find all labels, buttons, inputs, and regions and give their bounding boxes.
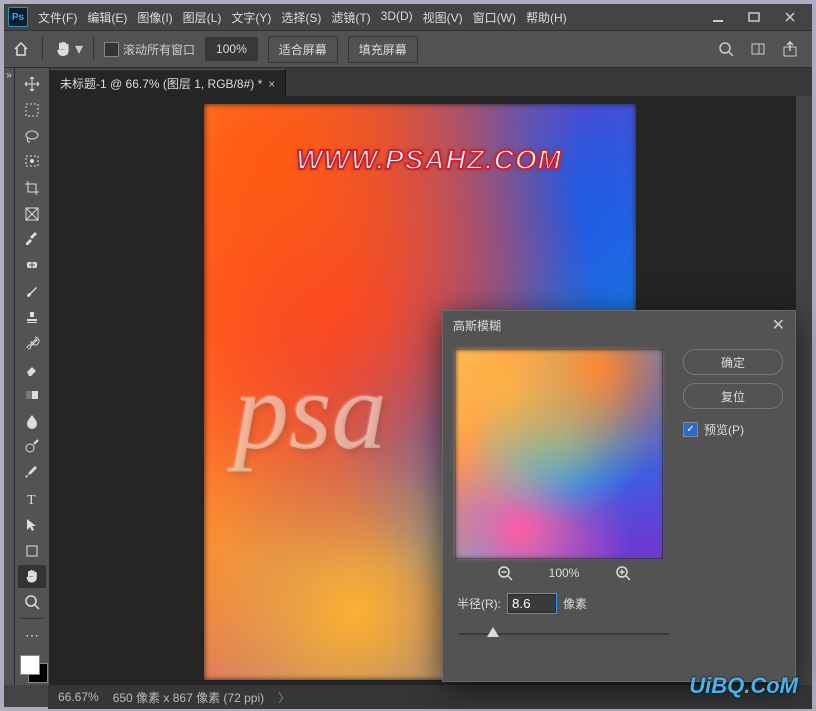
menu-layer[interactable]: 图层(L)	[179, 9, 226, 26]
shape-tool[interactable]	[18, 539, 46, 563]
dodge-tool[interactable]	[18, 435, 46, 459]
move-tool[interactable]	[18, 72, 46, 96]
dialog-preview[interactable]	[455, 349, 663, 559]
maximize-button[interactable]	[736, 7, 772, 27]
radius-input[interactable]	[508, 594, 556, 613]
title-bar: Ps 文件(F) 编辑(E) 图像(I) 图层(L) 文字(Y) 选择(S) 滤…	[4, 4, 812, 30]
svg-text:T: T	[27, 493, 36, 507]
type-tool[interactable]: T	[18, 487, 46, 511]
radius-label: 半径(R):	[457, 595, 501, 612]
preview-checkbox[interactable]: ✓ 预览(P)	[683, 421, 783, 438]
eyedropper-tool[interactable]	[18, 228, 46, 252]
scroll-all-checkbox[interactable]: 滚动所有窗口	[104, 41, 195, 58]
color-wells[interactable]	[18, 653, 46, 685]
radius-unit: 像素	[563, 595, 587, 612]
status-zoom[interactable]: 66.67%	[58, 690, 99, 704]
zoom-tool[interactable]	[18, 590, 46, 614]
divider	[42, 37, 43, 61]
scroll-all-label: 滚动所有窗口	[123, 41, 195, 58]
document-tab-bar: 未标题-1 @ 66.7% (图层 1, RGB/8#) * ×	[50, 68, 812, 97]
crop-tool[interactable]	[18, 176, 46, 200]
dialog-close-icon[interactable]: ✕	[772, 315, 785, 335]
checkbox-box[interactable]	[104, 42, 119, 57]
marquee-tool[interactable]	[18, 98, 46, 122]
stamp-tool[interactable]	[18, 305, 46, 329]
zoom-in-icon[interactable]	[615, 565, 631, 581]
ok-button[interactable]: 确定	[683, 349, 783, 375]
dialog-title: 高斯模糊	[453, 317, 501, 334]
menu-help[interactable]: 帮助(H)	[522, 9, 571, 26]
fill-screen-button[interactable]: 填充屏幕	[348, 36, 418, 63]
status-chevron-icon[interactable]: 〉	[278, 689, 290, 706]
history-brush-tool[interactable]	[18, 331, 46, 355]
edit-toolbar-icon[interactable]: ⋯	[18, 623, 46, 647]
radius-slider[interactable]	[455, 626, 673, 642]
gaussian-blur-dialog: 高斯模糊 ✕ 100% 半径(R):	[442, 310, 796, 682]
minimize-button[interactable]	[700, 7, 736, 27]
foreground-color[interactable]	[20, 655, 40, 675]
left-panel-collapsed[interactable]: »	[4, 68, 15, 685]
eraser-tool[interactable]	[18, 357, 46, 381]
options-bar: ▾ 滚动所有窗口 100% 适合屏幕 填充屏幕	[4, 30, 812, 68]
hand-tool-icon[interactable]: ▾	[53, 39, 83, 59]
menu-edit[interactable]: 编辑(E)	[83, 9, 131, 26]
tool-palette: T ⋯	[15, 68, 50, 685]
canvas-watermark-text: WWW.PSAHZ.COM	[296, 144, 562, 176]
menu-text[interactable]: 文字(Y)	[227, 9, 275, 26]
checkbox-checked-icon[interactable]: ✓	[683, 422, 698, 437]
gradient-tool[interactable]	[18, 383, 46, 407]
search-icon[interactable]	[718, 41, 736, 57]
menu-window[interactable]: 窗口(W)	[469, 9, 520, 26]
menu-filter[interactable]: 滤镜(T)	[327, 9, 374, 26]
preview-zoom-value: 100%	[541, 566, 587, 580]
pen-tool[interactable]	[18, 461, 46, 485]
vertical-scrollbar[interactable]	[795, 96, 812, 685]
document-tab[interactable]: 未标题-1 @ 66.7% (图层 1, RGB/8#) * ×	[50, 69, 286, 96]
close-tab-icon[interactable]: ×	[268, 77, 275, 91]
quick-select-tool[interactable]	[18, 150, 46, 174]
menu-select[interactable]: 选择(S)	[277, 9, 325, 26]
document-tab-label: 未标题-1 @ 66.7% (图层 1, RGB/8#) *	[60, 75, 262, 92]
close-window-button[interactable]	[772, 7, 808, 27]
menu-view[interactable]: 视图(V)	[419, 9, 467, 26]
menu-bar: 文件(F) 编辑(E) 图像(I) 图层(L) 文字(Y) 选择(S) 滤镜(T…	[34, 9, 571, 26]
page-watermark: UiBQ.CoM	[689, 673, 798, 699]
lasso-tool[interactable]	[18, 124, 46, 148]
canvas-script-text: psa	[234, 348, 387, 475]
divider	[93, 37, 94, 61]
path-select-tool[interactable]	[18, 513, 46, 537]
frame-tool[interactable]	[18, 202, 46, 226]
preview-checkbox-label: 预览(P)	[704, 421, 744, 438]
status-doc-info[interactable]: 650 像素 x 867 像素 (72 ppi)	[113, 689, 264, 706]
menu-image[interactable]: 图像(I)	[133, 9, 176, 26]
blur-tool[interactable]	[18, 409, 46, 433]
fit-screen-button[interactable]: 适合屏幕	[268, 36, 338, 63]
reset-button[interactable]: 复位	[683, 383, 783, 409]
zoom-out-icon[interactable]	[497, 565, 513, 581]
hand-tool[interactable]	[18, 565, 46, 589]
home-icon[interactable]	[10, 38, 32, 60]
heal-tool[interactable]	[18, 253, 46, 277]
zoom-value-button[interactable]: 100%	[205, 37, 258, 61]
slider-thumb[interactable]	[487, 627, 499, 637]
menu-3d[interactable]: 3D(D)	[377, 9, 417, 26]
brush-tool[interactable]	[18, 279, 46, 303]
menu-file[interactable]: 文件(F)	[34, 9, 81, 26]
workspace-icon[interactable]	[750, 41, 768, 57]
app-icon: Ps	[8, 7, 28, 27]
share-icon[interactable]	[782, 41, 800, 57]
expand-panel-icon[interactable]: »	[6, 70, 12, 81]
dialog-preview-image	[456, 350, 662, 558]
dialog-title-bar[interactable]: 高斯模糊 ✕	[443, 311, 795, 339]
